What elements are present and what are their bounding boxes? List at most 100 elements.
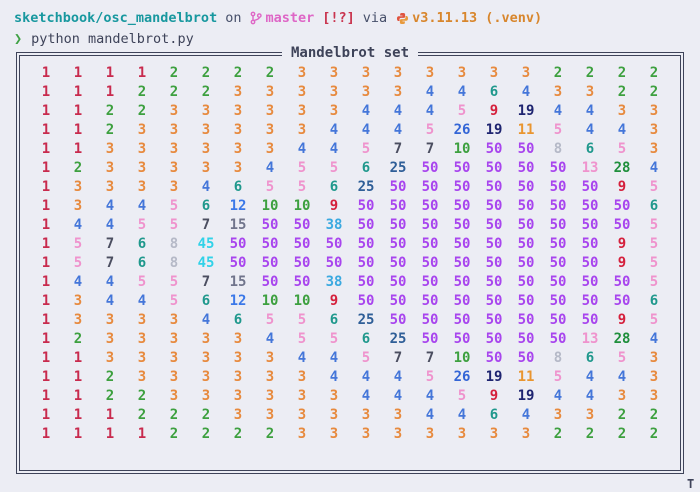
grid-cell: 3 [233,121,243,138]
on-text: on [225,10,242,26]
grid-cell: 1 [73,102,83,119]
grid-cell: 1 [105,83,115,100]
grid-cell: 5 [73,235,83,252]
grid-cell: 3 [105,330,115,347]
grid-cell: 45 [197,235,215,252]
grid-cell: 50 [357,273,375,290]
grid-cell: 1 [41,330,51,347]
grid-cell: 25 [357,178,375,195]
grid-cell: 9 [489,387,499,404]
grid-cell: 3 [105,140,115,157]
grid-cell: 3 [169,121,179,138]
grid-cell: 9 [489,102,499,119]
grid-cell: 4 [265,159,275,176]
grid-cell: 4 [553,387,563,404]
grid-cell: 5 [649,311,659,328]
grid-cell: 50 [581,235,599,252]
grid-cell: 3 [297,425,307,442]
grid-cell: 5 [425,121,435,138]
grid-cell: 2 [73,330,83,347]
grid-cell: 3 [137,159,147,176]
grid-cell: 12 [229,292,247,309]
grid-cell: 50 [453,311,471,328]
grid-cell: 2 [233,425,243,442]
grid-cell: 3 [329,83,339,100]
command-line[interactable]: ❯ python mandelbrot.py [14,30,194,48]
grid-cell: 5 [457,387,467,404]
grid-cell: 3 [521,64,531,81]
grid-cell: 3 [137,330,147,347]
grid-cell: 50 [517,159,535,176]
grid-cell: 5 [425,368,435,385]
terminal-artifact: T [687,477,695,491]
grid-cell: 4 [361,387,371,404]
grid-cell: 50 [485,330,503,347]
grid-cell: 13 [581,159,599,176]
grid-cell: 4 [105,216,115,233]
grid-cell: 50 [453,273,471,290]
grid-cell: 5 [169,273,179,290]
grid-cell: 19 [485,368,503,385]
grid-cell: 4 [73,273,83,290]
grid-cell: 4 [329,368,339,385]
panel-title: Mandelbrot set [281,45,419,61]
grid-cell: 5 [265,178,275,195]
grid-cell: 4 [137,197,147,214]
grid-cell: 3 [169,311,179,328]
grid-cell: 1 [41,64,51,81]
grid-cell: 3 [361,425,371,442]
grid-cell: 50 [229,235,247,252]
grid-cell: 6 [361,159,371,176]
grid-cell: 7 [393,349,403,366]
grid-cell: 1 [137,64,147,81]
grid-cell: 9 [329,292,339,309]
grid-cell: 3 [169,349,179,366]
grid-cell: 50 [261,254,279,271]
grid-cell: 4 [553,102,563,119]
grid-cell: 3 [425,64,435,81]
grid-cell: 1 [41,102,51,119]
grid-cell: 2 [105,368,115,385]
grid-cell: 50 [517,349,535,366]
grid-cell: 1 [73,387,83,404]
grid-cell: 3 [297,83,307,100]
grid-cell: 2 [137,387,147,404]
grid-cell: 50 [293,273,311,290]
grid-cell: 5 [297,311,307,328]
grid-cell: 3 [521,425,531,442]
grid-cell: 1 [41,273,51,290]
venv-label: (.venv) [485,10,543,26]
grid-cell: 4 [393,121,403,138]
grid-cell: 1 [73,121,83,138]
grid-cell: 6 [201,197,211,214]
grid-cell: 3 [233,406,243,423]
git-branch-icon [250,11,263,25]
via-text: via [362,10,388,26]
grid-cell: 50 [613,216,631,233]
grid-cell: 3 [105,159,115,176]
grid-cell: 3 [457,64,467,81]
grid-cell: 6 [233,311,243,328]
grid-cell: 2 [169,406,179,423]
grid-cell: 3 [489,64,499,81]
grid-cell: 45 [197,254,215,271]
grid-cell: 3 [105,349,115,366]
grid-cell: 9 [329,197,339,214]
grid-cell: 5 [617,140,627,157]
grid-cell: 3 [233,140,243,157]
grid-cell: 50 [581,273,599,290]
grid-cell: 50 [453,235,471,252]
grid-cell: 3 [649,140,659,157]
grid-cell: 25 [389,330,407,347]
mandelbrot-grid: 1111222233333333222211122233333344643322… [30,63,670,443]
grid-cell: 10 [261,197,279,214]
grid-cell: 50 [389,273,407,290]
grid-cell: 3 [201,102,211,119]
grid-cell: 50 [357,254,375,271]
grid-cell: 50 [549,273,567,290]
grid-cell: 5 [169,216,179,233]
grid-cell: 2 [617,425,627,442]
grid-cell: 4 [105,273,115,290]
git-status-badge: [!?] [322,10,355,26]
grid-cell: 3 [265,83,275,100]
